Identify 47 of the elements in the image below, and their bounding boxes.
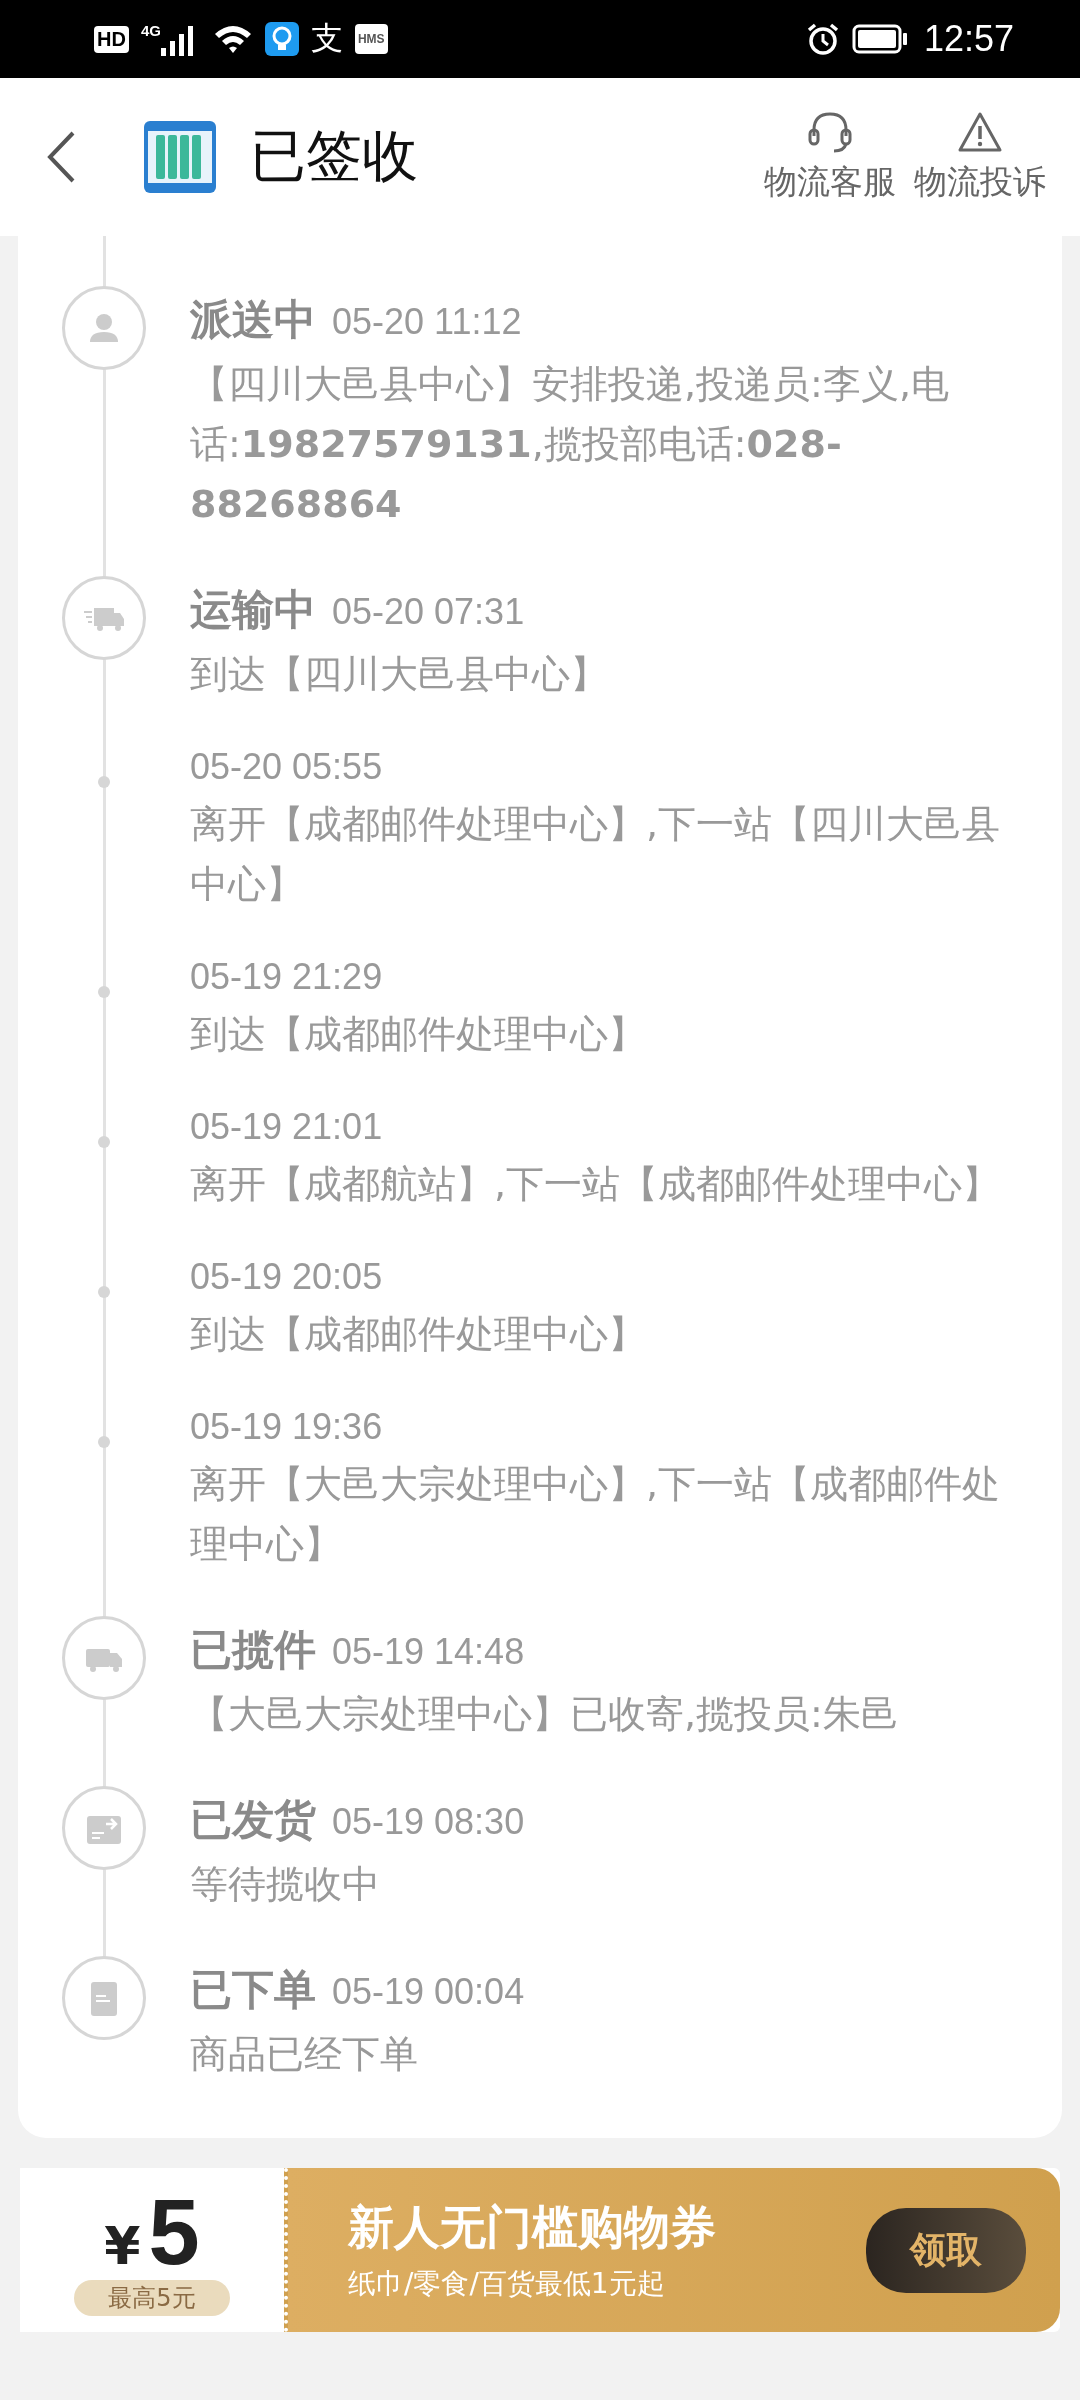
timeline-dot xyxy=(98,776,110,788)
timeline-dot xyxy=(98,1286,110,1298)
lightbulb-icon xyxy=(264,22,299,56)
currency-sign: ¥ xyxy=(104,2216,141,2276)
timeline-dot xyxy=(98,1436,110,1448)
event-time: 05-19 21:01 xyxy=(190,1106,383,1148)
timeline-dot xyxy=(98,1136,110,1148)
event-status: 已揽件 xyxy=(190,1624,316,1676)
coupon-title: 新人无门槛购物券 xyxy=(348,2199,717,2256)
clock-time: 12:57 xyxy=(923,18,1014,60)
page-title: 已签收 xyxy=(250,122,419,190)
battery-icon xyxy=(851,24,908,54)
event-status: 运输中 xyxy=(190,584,316,636)
event-time: 05-19 08:30 xyxy=(332,1801,525,1843)
timeline-dot xyxy=(98,986,110,998)
limit-badge: 最高5元 xyxy=(74,2280,230,2316)
event-description: 【大邑大宗处理中心】已收寄,揽投员:朱邑 xyxy=(190,1691,900,1738)
event-time: 05-19 20:05 xyxy=(190,1256,383,1298)
event-description: 离开【成都邮件处理中心】,下一站【四川大邑县中心】 xyxy=(190,801,1002,908)
event-status: 已下单 xyxy=(190,1964,316,2016)
event-time: 05-20 07:31 xyxy=(332,591,525,633)
event-description: 等待揽收中 xyxy=(190,1861,381,1908)
claim-button[interactable]: 领取 xyxy=(866,2207,1026,2293)
event-description: 离开【大邑大宗处理中心】,下一站【成都邮件处理中心】 xyxy=(190,1461,1002,1568)
event-description: 到达【四川大邑县中心】 xyxy=(190,651,609,698)
alarm-icon xyxy=(805,22,840,56)
customer-service-button[interactable]: 物流客服 xyxy=(764,109,896,205)
event-time: 05-19 14:48 xyxy=(332,1631,525,1673)
network-label: 4G xyxy=(140,22,161,39)
event-time: 05-19 21:29 xyxy=(190,956,383,998)
event-description: 到达【成都邮件处理中心】 xyxy=(190,1011,647,1058)
hms-badge: HMS xyxy=(354,24,388,54)
hd-badge: HD xyxy=(94,25,129,53)
event-time: 05-19 00:04 xyxy=(332,1971,525,2013)
event-status: 派送中 xyxy=(190,294,316,346)
event-description: 到达【成都邮件处理中心】 xyxy=(190,1311,647,1358)
app-glyph: 支 xyxy=(310,18,343,59)
event-time: 05-20 05:55 xyxy=(190,746,383,788)
complaint-button[interactable]: 物流投诉 xyxy=(914,109,1046,205)
event-description: 【四川大邑县中心】安排投递,投递员:李义,电话:19827579131,揽投部电话:028-88268864 xyxy=(190,361,950,528)
coupon-amount: 5 xyxy=(148,2184,200,2280)
event-time: 05-19 19:36 xyxy=(190,1406,383,1448)
event-time: 05-20 11:12 xyxy=(332,301,522,343)
event-description: 离开【成都航站】,下一站【成都邮件处理中心】 xyxy=(190,1161,1002,1208)
event-status: 已发货 xyxy=(190,1794,316,1846)
event-description: 商品已经下单 xyxy=(190,2031,419,2078)
coupon-subtitle: 纸巾/零食/百货最低1元起 xyxy=(348,2266,666,2302)
